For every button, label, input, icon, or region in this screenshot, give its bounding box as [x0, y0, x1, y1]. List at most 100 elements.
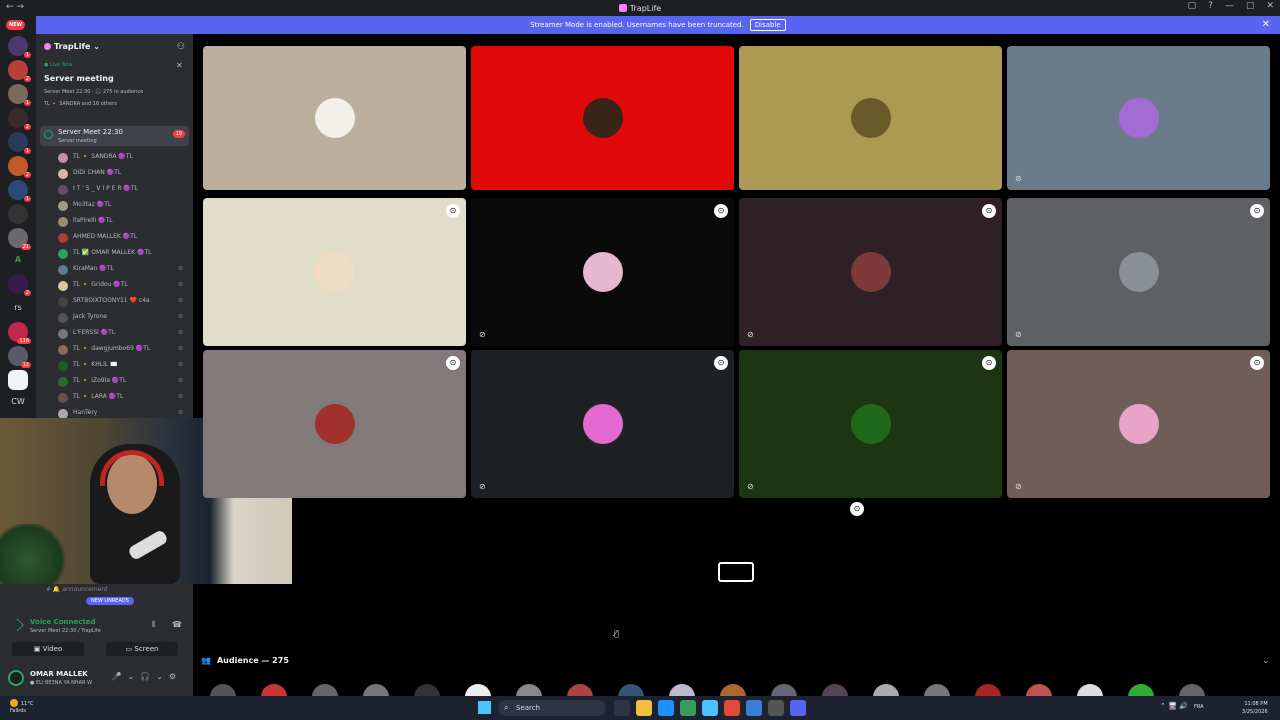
- voice-member[interactable]: TL 🔸 Gridou 🟣TL ⊘: [36, 278, 193, 294]
- pin-icon[interactable]: ⊙: [1250, 356, 1264, 370]
- video-tile[interactable]: ⊙: [203, 350, 466, 498]
- video-tile[interactable]: ⊙ ⊘: [1007, 198, 1270, 346]
- server-text-icon[interactable]: A: [8, 250, 28, 270]
- voice-member[interactable]: Jack Tyrone ⊘: [36, 310, 193, 326]
- taskbar-app-icon[interactable]: [790, 700, 806, 716]
- voice-member[interactable]: Mo3taz 🟣TL: [36, 198, 193, 214]
- audience-avatar[interactable]: [618, 684, 644, 696]
- video-tile[interactable]: ⊙ ⊘: [471, 350, 734, 498]
- inbox-icon[interactable]: ▢: [1188, 1, 1197, 11]
- help-icon[interactable]: ?: [1208, 1, 1213, 11]
- pin-icon[interactable]: ⊙: [446, 356, 460, 370]
- channel-announcement[interactable]: # 🔔 announcement: [46, 586, 108, 593]
- voice-member[interactable]: DiDi CHAN 🟣TL: [36, 166, 193, 182]
- video-button[interactable]: ▣ Video: [12, 642, 84, 656]
- server-icon[interactable]: 2: [8, 60, 31, 82]
- banner-close-icon[interactable]: ✕: [1262, 19, 1270, 30]
- voice-member[interactable]: TL 🔸 SANDRA 🟣TL: [36, 150, 193, 166]
- voice-member[interactable]: KiraMan 🟣TL ⊘: [36, 262, 193, 278]
- voice-connected-channel[interactable]: Server Meet 22:30 / TrapLife: [30, 628, 101, 634]
- language-indicator[interactable]: FRA: [1194, 704, 1204, 710]
- audience-avatar[interactable]: [1077, 684, 1103, 696]
- voice-member[interactable]: I T ' S _ V I P E R 🟣TL: [36, 182, 193, 198]
- taskbar-app-icon[interactable]: [768, 700, 784, 716]
- pin-icon[interactable]: ⊙: [1250, 204, 1264, 218]
- voice-member[interactable]: L'FERSSI 🟣TL ⊘: [36, 326, 193, 342]
- server-icon[interactable]: [8, 204, 28, 224]
- windows-start-icon[interactable]: [478, 701, 491, 714]
- audience-avatar[interactable]: [312, 684, 338, 696]
- voice-member[interactable]: TL 🔸 dawgjumbo69 🟣TL ⊘: [36, 342, 193, 358]
- voice-member[interactable]: SRTBOIXTOONY11 ❤️ c4a ⊘: [36, 294, 193, 310]
- noise-suppression-icon[interactable]: ⦀: [152, 620, 156, 630]
- video-tile[interactable]: ⊘: [1007, 46, 1270, 190]
- taskbar-search[interactable]: ⌕ Search: [498, 700, 606, 716]
- server-icon[interactable]: 21: [8, 228, 31, 250]
- server-text-icon[interactable]: rs: [8, 298, 28, 318]
- pin-icon[interactable]: ⊙: [446, 204, 460, 218]
- audience-avatar[interactable]: [1128, 684, 1154, 696]
- audience-avatar[interactable]: [363, 684, 389, 696]
- video-tile-stream[interactable]: ⊙ 🎙̸: [604, 500, 868, 646]
- video-tile[interactable]: [471, 46, 734, 190]
- server-icon[interactable]: 1: [8, 36, 31, 58]
- voice-member[interactable]: TL 🔸 iZo9la 🟣TL ⊘: [36, 374, 193, 390]
- server-icon-traplife[interactable]: [8, 370, 28, 390]
- voice-member[interactable]: TL 🔸 LARA 🟣TL ⊘: [36, 390, 193, 406]
- audience-avatar[interactable]: [873, 684, 899, 696]
- taskbar-app-icon[interactable]: [724, 700, 740, 716]
- audience-avatar[interactable]: [261, 684, 287, 696]
- user-name[interactable]: OMAR MALLEK: [30, 670, 88, 678]
- signal-icon[interactable]: [9, 617, 25, 633]
- disable-streamer-mode-button[interactable]: Disable: [749, 19, 786, 31]
- taskbar-app-icon[interactable]: [636, 700, 652, 716]
- audience-avatar[interactable]: [210, 684, 236, 696]
- server-icon[interactable]: 2: [8, 274, 31, 296]
- new-unreads-button[interactable]: NEW UNREADS: [86, 597, 134, 605]
- voice-member[interactable]: TL ✅ OMAR MALLEK 🟣TL: [36, 246, 193, 262]
- audience-avatar[interactable]: [1179, 684, 1205, 696]
- audience-header[interactable]: 👥 Audience — 275: [201, 656, 289, 665]
- avatar[interactable]: [8, 670, 24, 686]
- server-text-icon[interactable]: CW: [8, 392, 28, 412]
- video-tile[interactable]: ⊙ ⊘: [739, 350, 1002, 498]
- audience-avatar[interactable]: [1026, 684, 1052, 696]
- pin-icon[interactable]: ⊙: [714, 204, 728, 218]
- screen-share-button[interactable]: ▭ Screen: [106, 642, 178, 656]
- video-tile[interactable]: [203, 46, 466, 190]
- server-icon[interactable]: 2: [8, 156, 31, 178]
- taskbar-app-icon[interactable]: [702, 700, 718, 716]
- disconnect-icon[interactable]: ☎: [172, 620, 182, 629]
- taskbar-app-icon[interactable]: [614, 700, 630, 716]
- maximize-button[interactable]: ▢: [1246, 1, 1255, 11]
- close-button[interactable]: ✕: [1266, 1, 1274, 11]
- minimize-button[interactable]: —: [1225, 1, 1234, 11]
- server-icon[interactable]: 1: [8, 132, 31, 154]
- video-tile[interactable]: [739, 46, 1002, 190]
- user-controls[interactable]: 🎤⌄🎧⌄⚙: [112, 672, 183, 681]
- voice-member[interactable]: TL 🔸 KHLIL ✉️ ⊘: [36, 358, 193, 374]
- audience-avatar[interactable]: [516, 684, 542, 696]
- server-icon[interactable]: 116: [8, 322, 31, 344]
- system-tray[interactable]: ⌃ 🖥 🔊: [1160, 702, 1188, 710]
- clock[interactable]: 11:08 PM 3/25/2026: [1242, 700, 1268, 716]
- audience-avatar[interactable]: [822, 684, 848, 696]
- server-icon[interactable]: 1: [8, 84, 31, 106]
- video-tile[interactable]: ⊙ ⊘: [203, 198, 466, 346]
- video-tile[interactable]: ⊙ ⊘: [471, 198, 734, 346]
- taskbar-app-icon[interactable]: [746, 700, 762, 716]
- event-title[interactable]: Server meeting: [44, 74, 114, 83]
- audience-avatar[interactable]: [465, 684, 491, 696]
- stage-channel[interactable]: Server Meet 22:30 Server meeting 19: [40, 126, 189, 146]
- server-icon[interactable]: 1: [8, 180, 31, 202]
- audience-avatar[interactable]: [720, 684, 746, 696]
- audience-avatar[interactable]: [669, 684, 695, 696]
- taskbar-app-icon[interactable]: [658, 700, 674, 716]
- close-icon[interactable]: ✕: [176, 61, 183, 70]
- video-tile[interactable]: ⊙ ⊘: [739, 198, 1002, 346]
- add-user-icon[interactable]: ⚇: [177, 42, 185, 52]
- pin-icon[interactable]: ⊙: [850, 502, 864, 516]
- server-header[interactable]: TrapLife ⌄: [44, 42, 100, 51]
- server-icon[interactable]: 2: [8, 108, 31, 130]
- audience-avatar[interactable]: [975, 684, 1001, 696]
